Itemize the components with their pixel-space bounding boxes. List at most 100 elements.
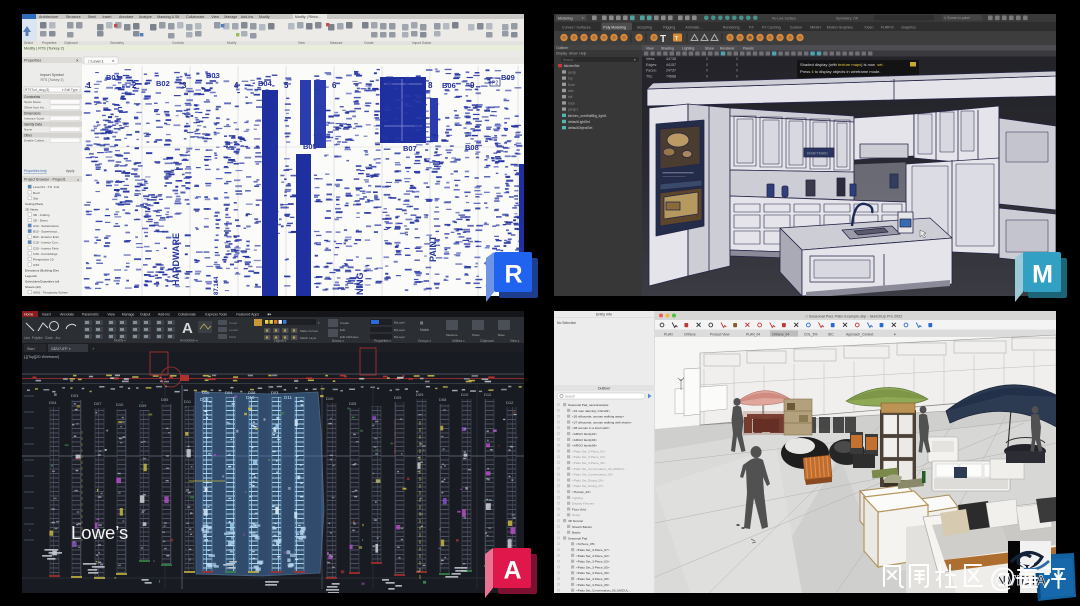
svg-text:A10 - Substructure: A10 - Substructure: [33, 224, 59, 228]
svg-text:□ Seasonal Pad, Patio Example.: □ Seasonal Pad, Patio Example.skp - Sket…: [806, 314, 903, 318]
svg-text:D10: D10: [461, 392, 469, 397]
svg-text:Perspective 10: Perspective 10: [33, 257, 54, 261]
svg-text:Groups ▾: Groups ▾: [418, 339, 431, 343]
svg-text:RTS (Turkey 2): RTS (Turkey 2): [41, 78, 64, 82]
svg-text:D10: D10: [326, 396, 334, 401]
svg-text:M: M: [1032, 261, 1053, 289]
svg-text:<Patio Set_Dining_05>: <Patio Set_Dining_05>: [572, 478, 604, 482]
svg-text:▧: ▧: [420, 321, 423, 325]
svg-text:View ▾: View ▾: [510, 339, 520, 343]
svg-text:Product View: Product View: [710, 332, 730, 336]
svg-text:<3-Piece_05>: <3-Piece_05>: [576, 542, 595, 546]
svg-text:Layers ▾: Layers ▾: [274, 339, 286, 343]
svg-text:D04: D04: [225, 390, 233, 395]
svg-text:Spots Name: Spots Name: [24, 100, 41, 104]
svg-text:left: left: [568, 95, 572, 99]
svg-text:View: View: [646, 46, 654, 50]
svg-text:Instance Scale: Instance Scale: [24, 117, 45, 121]
svg-text:24737: 24737: [666, 69, 676, 73]
svg-text:0: 0: [706, 74, 708, 78]
svg-text:Search…: Search…: [563, 58, 576, 62]
svg-text:Orthove_04: Orthove_04: [772, 332, 789, 336]
svg-text:D10: D10: [116, 402, 124, 407]
svg-text:C10 - Interior Con…: C10 - Interior Con…: [33, 241, 61, 245]
svg-text:P2: P2: [492, 81, 498, 87]
svg-text:Modeling: Modeling: [558, 16, 573, 20]
svg-text:Properties ▾: Properties ▾: [374, 339, 391, 343]
svg-text:B20 - Exterior Encl: B20 - Exterior Encl: [33, 235, 59, 239]
svg-text:Insert: Insert: [42, 313, 51, 317]
svg-text:3D Normal: 3D Normal: [568, 519, 583, 523]
svg-text:ByLayer: ByLayer: [394, 328, 405, 332]
svg-text:defaultObjectSet: defaultObjectSet: [568, 126, 592, 130]
svg-text:Measure: Measure: [446, 333, 458, 337]
svg-text:3D Views: 3D Views: [25, 207, 38, 211]
svg-text:+: +: [92, 347, 95, 352]
svg-text:Approach_Context: Approach_Context: [846, 332, 873, 336]
svg-text:Analyze: Analyze: [139, 15, 152, 19]
svg-text:Lighting: Lighting: [682, 46, 694, 50]
svg-text:74688: 74688: [666, 74, 676, 78]
svg-text:5: 5: [284, 81, 289, 90]
svg-text:Base: Base: [498, 333, 505, 337]
svg-text:Shading: Shading: [661, 46, 674, 50]
svg-text:C30 - Furnishings: C30 - Furnishings: [33, 252, 58, 256]
svg-text:<Patio Set_3-Piece_08>: <Patio Set_3-Piece_08>: [576, 577, 610, 581]
svg-text:D09: D09: [139, 403, 147, 408]
svg-text:Utilities ▾: Utilities ▾: [452, 339, 465, 343]
svg-text:kitchenSet: kitchenSet: [564, 64, 579, 68]
svg-text:persp: persp: [568, 70, 576, 74]
svg-text:B06: B06: [442, 81, 456, 90]
svg-text:Site: Site: [33, 196, 39, 200]
svg-text:KRAFTMAID: KRAFTMAID: [807, 152, 828, 156]
svg-text:Display Fixtures: Display Fixtures: [572, 502, 594, 506]
svg-text:View: View: [298, 41, 306, 45]
svg-text:Architecture: Architecture: [39, 15, 58, 19]
svg-text:B07: B07: [403, 144, 417, 153]
svg-text:<Patio Set_Conversation_03>: <Patio Set_Conversation_03>: [572, 473, 613, 477]
svg-text:Show: Show: [705, 46, 714, 50]
svg-text:Properties help: Properties help: [24, 169, 47, 173]
svg-text:<Patio Set_Conversation_03_MOD: <Patio Set_Conversation_03_MODUL…: [576, 589, 631, 593]
svg-text:Output: Output: [140, 313, 151, 317]
svg-text:D04: D04: [49, 400, 57, 405]
svg-text:D09: D09: [394, 395, 402, 400]
svg-text:D03: D03: [271, 390, 279, 395]
svg-text:<Patio Set_3-Piece_03>: <Patio Set_3-Piece_03>: [572, 449, 606, 453]
svg-text:Make Current: Make Current: [300, 329, 318, 333]
svg-text:0: 0: [706, 69, 708, 73]
svg-text:Structure: Structure: [66, 15, 81, 19]
svg-text:ByLayer: ByLayer: [394, 321, 405, 325]
svg-text:Match Layer: Match Layer: [300, 336, 317, 340]
svg-text:Blocks ▾: Blocks ▾: [332, 339, 344, 343]
svg-text:Press 4 to display objects in: Press 4 to display objects in wireframe …: [800, 69, 881, 74]
svg-text:ByLayer: ByLayer: [394, 335, 405, 339]
svg-text:44738: 44738: [666, 57, 676, 61]
svg-text:Express Tools: Express Tools: [205, 313, 227, 317]
svg-text:Steel: Steel: [88, 15, 96, 19]
svg-text:[-][Top][2D Wireframe]: [-][Top][2D Wireframe]: [24, 355, 59, 359]
svg-text:Setup: Setup: [572, 513, 580, 517]
svg-text:Seasonal Pad_vaca Example: Seasonal Pad_vaca Example: [568, 403, 609, 407]
svg-text:No Live Surface: No Live Surface: [772, 16, 796, 20]
svg-text:Insert: Insert: [103, 15, 112, 19]
svg-text:B02: B02: [156, 79, 170, 88]
svg-text:Backs: Backs: [572, 531, 581, 535]
svg-text:Geometry: Geometry: [110, 41, 124, 45]
svg-text:B09: B09: [501, 73, 515, 82]
svg-text:Seasonal Pad: Seasonal Pad: [568, 536, 588, 540]
svg-text:Outliner: Outliner: [556, 46, 569, 50]
svg-text:back: back: [568, 101, 575, 105]
svg-text:0: 0: [706, 63, 708, 67]
svg-text:Rendering: Rendering: [723, 25, 740, 29]
svg-text:Modify | Rhino…: Modify | Rhino…: [295, 15, 322, 19]
svg-text:HARDWARE: HARDWARE: [171, 233, 181, 286]
svg-text:<Patio Set_3-Piece_05>: <Patio Set_3-Piece_05>: [576, 565, 610, 569]
svg-text:A: A: [503, 557, 521, 585]
svg-text:Display Show Help: Display Show Help: [556, 52, 586, 56]
svg-text:Enable Cutline…: Enable Cutline…: [24, 139, 47, 143]
svg-text:top: top: [568, 77, 573, 81]
svg-text:Lighting: Lighting: [572, 496, 583, 500]
svg-text:Other: Other: [24, 133, 33, 137]
svg-text:D10: D10: [246, 395, 255, 400]
